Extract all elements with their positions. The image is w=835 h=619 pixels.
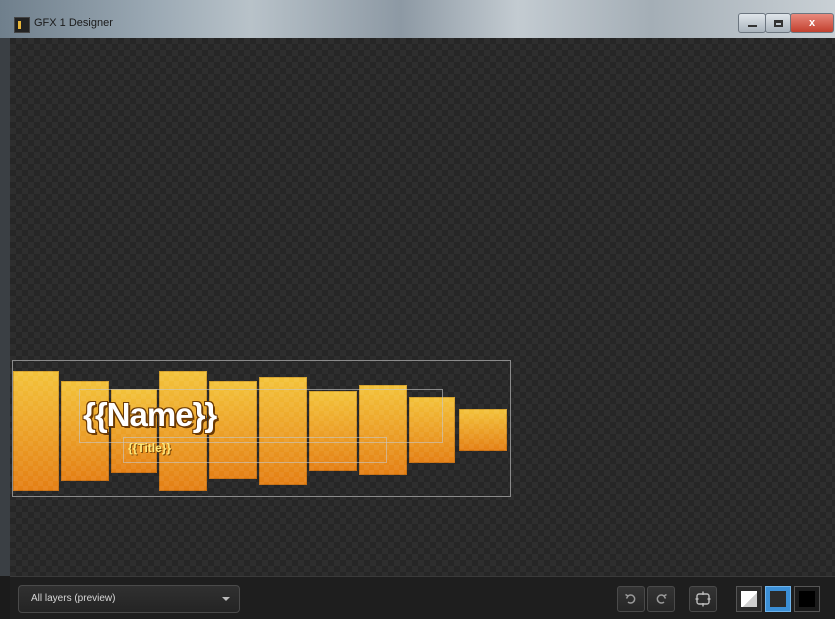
background-black-button[interactable] bbox=[794, 586, 820, 612]
close-button[interactable]: x bbox=[790, 13, 834, 33]
lower-third-graphic[interactable]: {{Name}} {{Title}} bbox=[12, 360, 511, 497]
design-canvas[interactable]: {{Name}} {{Title}} bbox=[10, 38, 835, 576]
black-swatch-icon bbox=[799, 591, 815, 607]
chevron-down-icon bbox=[222, 597, 230, 601]
bar-1 bbox=[13, 371, 59, 491]
left-edge bbox=[0, 38, 10, 576]
title-bar: GFX 1 Designer x bbox=[0, 0, 835, 38]
undo-icon bbox=[625, 593, 636, 604]
layer-select-dropdown[interactable]: All layers (preview) bbox=[18, 585, 240, 613]
layer-select-value: All layers (preview) bbox=[31, 593, 116, 604]
white-swatch-icon bbox=[741, 591, 757, 607]
fit-to-screen-button[interactable] bbox=[689, 586, 717, 612]
maximize-button[interactable] bbox=[765, 13, 791, 33]
redo-icon bbox=[656, 593, 667, 604]
undo-button[interactable] bbox=[617, 586, 645, 612]
redo-button[interactable] bbox=[647, 586, 675, 612]
background-dark-button[interactable] bbox=[765, 586, 791, 612]
app-icon bbox=[14, 17, 30, 33]
fit-to-screen-icon bbox=[695, 591, 711, 607]
bar-10 bbox=[459, 409, 507, 451]
background-white-button[interactable] bbox=[736, 586, 762, 612]
name-placeholder[interactable]: {{Name}} bbox=[83, 396, 217, 434]
minimize-button[interactable] bbox=[738, 13, 766, 33]
window-title: GFX 1 Designer bbox=[34, 17, 113, 29]
bottom-toolbar: All layers (preview) bbox=[10, 576, 835, 619]
title-placeholder[interactable]: {{Title}} bbox=[128, 441, 171, 455]
dark-swatch-icon bbox=[770, 591, 786, 607]
